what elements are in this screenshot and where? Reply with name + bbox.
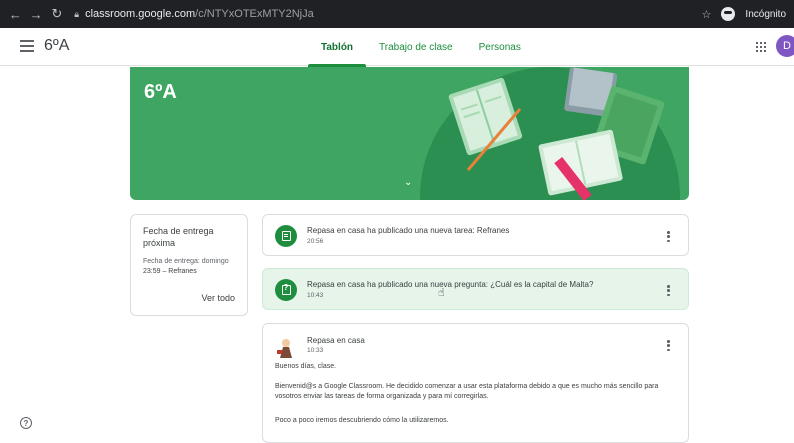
avatar[interactable]: D — [776, 35, 794, 57]
tab-stream[interactable]: Tablón — [308, 28, 367, 67]
tab-people[interactable]: Personas — [466, 28, 534, 66]
menu-icon[interactable] — [20, 40, 34, 52]
announcement-time: 10:33 — [307, 347, 324, 354]
pointer-cursor-icon: ☝︎ — [438, 287, 445, 299]
url-host: classroom.google.com — [85, 8, 196, 20]
tab-classwork[interactable]: Trabajo de clase — [366, 28, 466, 66]
lock-icon: 🔒︎ — [74, 8, 80, 19]
class-title: 6ºA — [44, 37, 70, 54]
post-text: Repasa en casa ha publicado una nueva ta… — [307, 226, 510, 235]
post-text: Repasa en casa ha publicado una nueva pr… — [307, 280, 594, 289]
announcement-paragraph: Poco a poco iremos descubriendo cómo la … — [275, 417, 449, 424]
classroom-header: 6ºA Tablón Trabajo de clase Personas D — [0, 28, 794, 67]
author-avatar[interactable] — [275, 336, 297, 358]
view-all-link[interactable]: Ver todo — [201, 293, 235, 303]
class-banner: 6ºA ⌄ — [130, 67, 689, 200]
help-icon[interactable]: ? — [20, 417, 32, 429]
post-time: 10:43 — [307, 292, 324, 299]
forward-icon[interactable]: → — [29, 6, 44, 22]
stream-announcement: Repasa en casa 10:33 Buenos días, clase.… — [262, 323, 689, 443]
announcement-author: Repasa en casa — [307, 336, 365, 345]
back-icon[interactable]: ← — [8, 6, 23, 22]
announcement-paragraph: Bienvenid@s a Google Classroom. He decid… — [275, 383, 659, 400]
upcoming-card: Fecha de entrega próxima Fecha de entreg… — [130, 214, 248, 316]
upcoming-title: Fecha de entrega próxima — [143, 226, 214, 248]
browser-toolbar: ← → ↻ 🔒︎ classroom.google.com/c/NTYxOTEx… — [0, 0, 794, 28]
incognito-icon[interactable] — [721, 7, 736, 21]
more-options-icon[interactable] — [667, 285, 670, 296]
stream-post-assignment[interactable]: Repasa en casa ha publicado una nueva ta… — [262, 214, 689, 256]
url-path: /c/NTYxOTExMTY2NjJa — [195, 8, 314, 20]
incognito-label: Incógnito — [745, 8, 787, 20]
question-icon — [275, 279, 297, 301]
banner-title: 6ºA — [144, 81, 177, 103]
address-bar[interactable]: 🔒︎ classroom.google.com/c/NTYxOTExMTY2Nj… — [74, 8, 701, 20]
post-time: 20:56 — [307, 238, 324, 245]
stream-post-question[interactable]: Repasa en casa ha publicado una nueva pr… — [262, 268, 689, 310]
assignment-icon — [275, 225, 297, 247]
more-options-icon[interactable] — [667, 231, 670, 242]
upcoming-due-label: Fecha de entrega: domingo — [143, 258, 229, 265]
tab-bar: Tablón Trabajo de clase Personas — [308, 28, 534, 67]
star-icon[interactable]: ☆ — [702, 8, 712, 21]
apps-grid-icon[interactable] — [756, 42, 766, 52]
chevron-down-icon[interactable]: ⌄ — [404, 177, 412, 188]
reload-icon[interactable]: ↻ — [50, 6, 65, 22]
more-options-icon[interactable] — [667, 340, 670, 351]
announcement-greeting: Buenos días, clase. — [275, 363, 337, 370]
upcoming-task-link[interactable]: 23:59 – Refranes — [143, 267, 235, 277]
